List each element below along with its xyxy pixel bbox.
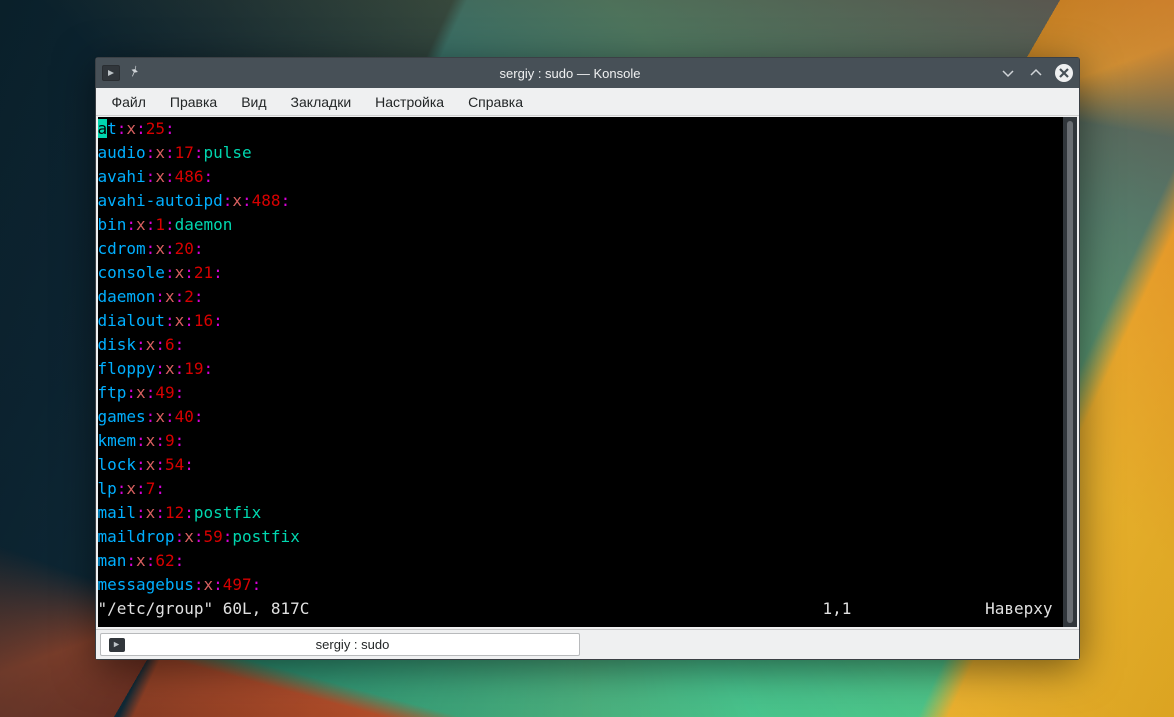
- scrollbar-thumb[interactable]: [1067, 121, 1073, 623]
- terminal-line: mail:x:12:postfix: [98, 501, 1063, 525]
- tab-bar: sergiy : sudo: [96, 629, 1079, 659]
- terminal-line: games:x:40:: [98, 405, 1063, 429]
- terminal-line: audio:x:17:pulse: [98, 141, 1063, 165]
- menu-bar: Файл Правка Вид Закладки Настройка Справ…: [96, 88, 1079, 116]
- terminal-line: lp:x:7:: [98, 477, 1063, 501]
- terminal-line: man:x:62:: [98, 549, 1063, 573]
- vim-scroll-indicator: Наверху: [943, 597, 1063, 621]
- terminal-line: kmem:x:9:: [98, 429, 1063, 453]
- terminal-line: avahi-autoipd:x:488:: [98, 189, 1063, 213]
- terminal-line: ftp:x:49:: [98, 381, 1063, 405]
- terminal-line: daemon:x:2:: [98, 285, 1063, 309]
- terminal-line: cdrom:x:20:: [98, 237, 1063, 261]
- menu-edit[interactable]: Правка: [160, 91, 227, 113]
- maximize-button[interactable]: [1027, 64, 1045, 82]
- terminal-line: at:x:25:: [98, 117, 1063, 141]
- vim-file-info: "/etc/group" 60L, 817C: [98, 597, 310, 621]
- terminal-scrollbar[interactable]: [1063, 117, 1077, 627]
- terminal-line: lock:x:54:: [98, 453, 1063, 477]
- pin-icon[interactable]: [128, 65, 142, 82]
- menu-settings[interactable]: Настройка: [365, 91, 454, 113]
- menu-help[interactable]: Справка: [458, 91, 533, 113]
- app-menu-icon[interactable]: [102, 65, 120, 81]
- desktop-wallpaper: sergiy : sudo — Konsole Файл Правка Вид: [0, 0, 1174, 717]
- tab-active[interactable]: sergiy : sudo: [100, 633, 580, 656]
- konsole-window: sergiy : sudo — Konsole Файл Правка Вид: [95, 57, 1080, 660]
- terminal-line: console:x:21:: [98, 261, 1063, 285]
- terminal-cursor: a: [98, 119, 108, 138]
- minimize-button[interactable]: [999, 64, 1017, 82]
- close-button[interactable]: [1055, 64, 1073, 82]
- terminal-line: floppy:x:19:: [98, 357, 1063, 381]
- terminal-line: messagebus:x:497:: [98, 573, 1063, 597]
- terminal-line: avahi:x:486:: [98, 165, 1063, 189]
- terminal-line: bin:x:1:daemon: [98, 213, 1063, 237]
- menu-view[interactable]: Вид: [231, 91, 276, 113]
- vim-status-line: "/etc/group" 60L, 817C 1,1Наверху: [98, 597, 1063, 621]
- tab-terminal-icon: [109, 638, 125, 652]
- tab-label: sergiy : sudo: [135, 637, 571, 652]
- window-title: sergiy : sudo — Konsole: [142, 66, 999, 81]
- terminal-area: at:x:25:audio:x:17:pulseavahi:x:486:avah…: [98, 117, 1077, 627]
- vim-cursor-position: 1,1: [823, 597, 943, 621]
- window-titlebar[interactable]: sergiy : sudo — Konsole: [96, 58, 1079, 88]
- terminal-line: dialout:x:16:: [98, 309, 1063, 333]
- terminal-line: maildrop:x:59:postfix: [98, 525, 1063, 549]
- menu-file[interactable]: Файл: [102, 91, 156, 113]
- close-icon: [1055, 64, 1073, 82]
- terminal-output[interactable]: at:x:25:audio:x:17:pulseavahi:x:486:avah…: [98, 117, 1063, 627]
- menu-bookmarks[interactable]: Закладки: [281, 91, 362, 113]
- terminal-line: disk:x:6:: [98, 333, 1063, 357]
